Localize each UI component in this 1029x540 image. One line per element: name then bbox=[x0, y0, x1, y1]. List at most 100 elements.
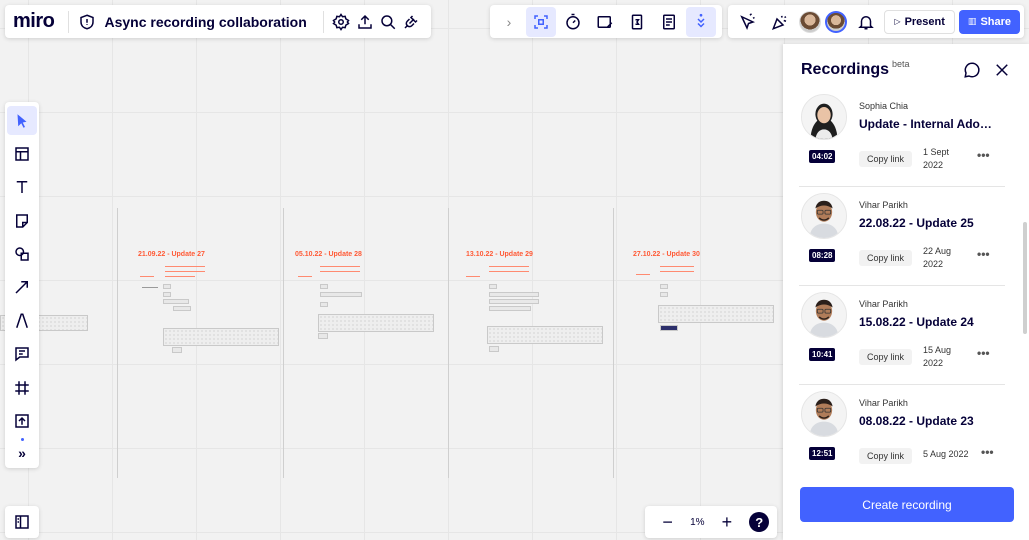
plug-icon[interactable] bbox=[400, 7, 423, 37]
frame-box bbox=[489, 299, 539, 304]
settings-icon[interactable] bbox=[330, 7, 353, 37]
share-button[interactable]: ▥ Share bbox=[958, 9, 1021, 34]
frame-box bbox=[163, 299, 189, 304]
shield-icon[interactable] bbox=[75, 7, 98, 37]
upload-icon[interactable] bbox=[353, 7, 376, 37]
frame-text bbox=[320, 271, 360, 272]
recordings-list: 04:02 Sophia Chia Update - Internal Adop… bbox=[799, 88, 1005, 484]
recording-item[interactable]: 10:41 Vihar Parikh 15.08.22 - Update 24 … bbox=[799, 286, 1005, 385]
comment-icon[interactable] bbox=[7, 340, 37, 369]
close-icon[interactable] bbox=[987, 55, 1017, 85]
create-recording-button[interactable]: Create recording bbox=[800, 487, 1014, 522]
notes-icon[interactable] bbox=[654, 7, 684, 37]
date-line: 2022 bbox=[923, 160, 944, 170]
recordings-scrollbar[interactable] bbox=[1023, 222, 1027, 334]
feedback-icon[interactable] bbox=[957, 55, 987, 85]
vote-icon[interactable] bbox=[622, 7, 652, 37]
chevron-right-icon[interactable]: › bbox=[494, 7, 524, 37]
recording-name[interactable]: 15.08.22 - Update 24 bbox=[859, 315, 999, 329]
focus-frame-icon[interactable] bbox=[526, 6, 556, 37]
upload-file-icon[interactable] bbox=[7, 406, 37, 435]
more-options-icon[interactable]: ••• bbox=[977, 148, 990, 162]
author-name: Vihar Parikh bbox=[859, 200, 908, 210]
arrow-line-icon[interactable] bbox=[7, 273, 37, 302]
author-name: Sophia Chia bbox=[859, 101, 909, 111]
frame-box bbox=[320, 284, 328, 289]
frame-divider bbox=[117, 208, 118, 478]
author-avatar bbox=[801, 94, 847, 140]
search-icon[interactable] bbox=[376, 7, 399, 37]
text-icon[interactable] bbox=[7, 173, 37, 202]
recording-name[interactable]: Update - Internal Adoption bbox=[859, 117, 999, 131]
frame-thumbnail bbox=[163, 328, 279, 346]
cursor-follow-icon[interactable] bbox=[732, 7, 762, 37]
divider bbox=[322, 10, 324, 33]
copy-link-button[interactable]: Copy link bbox=[859, 349, 913, 365]
recording-item[interactable]: 04:02 Sophia Chia Update - Internal Adop… bbox=[799, 88, 1005, 187]
more-options-icon[interactable]: ••• bbox=[977, 346, 990, 360]
new-indicator-dot bbox=[20, 437, 24, 441]
beta-badge: beta bbox=[892, 59, 910, 69]
date-line: 1 Sept bbox=[923, 147, 950, 157]
bell-icon[interactable] bbox=[851, 7, 881, 37]
copy-link-button[interactable]: Copy link bbox=[859, 151, 913, 167]
more-tools-icon[interactable]: » bbox=[7, 443, 37, 465]
frame-label bbox=[466, 276, 480, 277]
zoom-controls: − 1% + ? bbox=[645, 506, 777, 538]
timer-icon[interactable] bbox=[558, 7, 588, 37]
frame-icon[interactable] bbox=[7, 373, 37, 402]
frame-divider bbox=[283, 208, 284, 478]
present-button[interactable]: ▷ Present bbox=[884, 9, 955, 34]
copy-link-button[interactable]: Copy link bbox=[859, 250, 913, 266]
templates-icon[interactable] bbox=[7, 139, 37, 168]
collaborator-avatar[interactable] bbox=[799, 10, 821, 33]
recording-name[interactable]: 22.08.22 - Update 25 bbox=[859, 216, 999, 230]
help-button[interactable]: ? bbox=[749, 512, 770, 532]
frame-box bbox=[489, 292, 539, 297]
copy-link-button[interactable]: Copy link bbox=[859, 448, 913, 464]
duration-badge: 12:51 bbox=[809, 447, 836, 460]
recording-item[interactable]: 08:28 Vihar Parikh 22.08.22 - Update 25 … bbox=[799, 187, 1005, 286]
frame-box bbox=[173, 306, 191, 311]
duration-badge: 10:41 bbox=[809, 348, 836, 361]
sticky-note-icon[interactable] bbox=[7, 206, 37, 235]
recording-item[interactable]: 12:51 Vihar Parikh 08.08.22 - Update 23 … bbox=[799, 385, 1005, 484]
frame-title: 27.10.22 - Update 30 bbox=[633, 251, 700, 258]
more-options-icon[interactable]: ••• bbox=[977, 247, 990, 261]
play-icon: ▷ bbox=[894, 17, 901, 26]
frame-box bbox=[318, 333, 328, 339]
celebrate-icon[interactable] bbox=[766, 7, 796, 37]
frame-thumbnail bbox=[658, 305, 774, 323]
more-apps-icon[interactable] bbox=[686, 6, 716, 37]
zoom-level[interactable]: 1% bbox=[690, 517, 704, 528]
frame-divider bbox=[448, 208, 449, 478]
frame-thumbnail bbox=[318, 314, 434, 332]
frame-text bbox=[142, 287, 158, 288]
video-card-icon[interactable] bbox=[590, 7, 620, 37]
frame-text bbox=[660, 271, 694, 272]
frame-box bbox=[660, 284, 668, 289]
frame-box bbox=[320, 302, 328, 307]
frame-text bbox=[165, 276, 195, 277]
frame-title: 13.10.22 - Update 29 bbox=[466, 251, 533, 258]
sidebar-toggle-icon[interactable] bbox=[7, 507, 37, 537]
board-panel-toggle[interactable] bbox=[5, 506, 39, 538]
date-line: 15 Aug bbox=[923, 345, 952, 355]
board-title[interactable]: Async recording collaboration bbox=[104, 14, 306, 30]
miro-logo[interactable]: miro bbox=[13, 10, 55, 33]
recording-date: 15 Aug 2022 bbox=[923, 344, 971, 370]
board-header: miro Async recording collaboration bbox=[5, 5, 431, 38]
recording-date: 22 Aug 2022 bbox=[923, 245, 971, 271]
shapes-icon[interactable] bbox=[7, 239, 37, 268]
present-label: Present bbox=[904, 15, 945, 28]
frame-text bbox=[165, 266, 205, 267]
recording-date: 5 Aug 2022 bbox=[923, 448, 975, 461]
more-options-icon[interactable]: ••• bbox=[981, 445, 994, 459]
pen-icon[interactable] bbox=[7, 306, 37, 335]
recording-name[interactable]: 08.08.22 - Update 23 bbox=[859, 414, 999, 428]
zoom-out-button[interactable]: − bbox=[653, 507, 683, 537]
zoom-in-button[interactable]: + bbox=[712, 507, 742, 537]
frame-box bbox=[660, 325, 678, 331]
select-cursor-icon[interactable] bbox=[7, 106, 37, 136]
current-user-avatar[interactable] bbox=[825, 10, 847, 33]
